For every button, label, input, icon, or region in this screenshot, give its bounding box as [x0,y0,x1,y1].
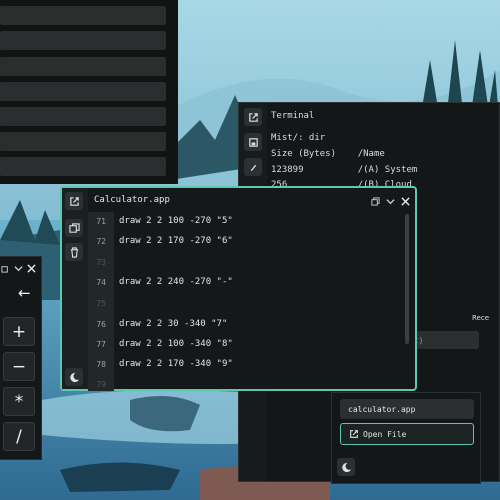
minus-button[interactable]: − [3,352,35,381]
external-link-icon[interactable] [65,192,83,210]
external-link-icon [349,429,359,441]
line-number: 77 [96,340,106,349]
list-window [0,0,178,184]
restore-icon[interactable] [369,195,381,207]
restore-icon[interactable] [0,262,11,274]
list-item[interactable] [0,132,166,151]
code-line[interactable]: draw 2 2 30 -340 "7" [119,319,227,329]
text-field[interactable]: xt) [409,331,479,349]
code-line[interactable]: draw 2 2 240 -270 "-" [119,277,233,287]
close-icon[interactable] [25,262,37,274]
editor-window: Calculator.app 71 draw 2 2 100 -270 "5" … [60,186,417,391]
plus-button[interactable]: + [3,317,35,346]
recent-label: Rece [472,314,490,322]
line-number: 76 [96,320,106,329]
line-number: 71 [96,217,106,226]
terminal-line: Size (Bytes) /Name [271,149,385,159]
line-number: 78 [96,360,106,369]
chevron-down-icon[interactable] [384,195,396,207]
terminal-line: Mist/: dir [271,133,326,143]
brush-icon[interactable] [244,158,262,176]
editor-title: Calculator.app [94,195,170,205]
terminal-title: Terminal [271,111,315,121]
code-line[interactable]: draw 2 2 170 -270 "6" [119,236,233,246]
file-window: calculator.app Open File [331,392,481,484]
terminal-line: 123899 /(A) System [271,165,418,175]
line-number: 79 [96,380,106,389]
list-item[interactable] [0,31,166,50]
list-item[interactable] [0,6,166,25]
external-link-icon[interactable] [244,108,262,126]
back-arrow-icon[interactable]: ← [18,284,31,302]
code-line[interactable]: draw 2 2 100 -340 "8" [119,339,233,349]
code-line[interactable]: draw 2 2 170 -340 "9" [119,359,233,369]
filename-field[interactable]: calculator.app [340,399,474,419]
list-item[interactable] [0,57,166,76]
open-file-button[interactable]: Open File [340,423,474,445]
moon-icon[interactable] [337,458,355,476]
chevron-down-icon[interactable] [12,262,24,274]
moon-icon[interactable] [65,368,83,386]
list-item[interactable] [0,107,166,126]
scrollbar[interactable] [405,214,409,344]
copy-icon[interactable] [65,219,83,237]
line-number: 74 [96,278,106,287]
list-item[interactable] [0,82,166,101]
trash-icon[interactable] [65,243,83,261]
line-number: 73 [96,258,106,267]
list-item[interactable] [0,157,166,176]
line-number: 75 [96,299,106,308]
multiply-button[interactable]: * [3,387,35,416]
line-number: 72 [96,237,106,246]
calculator-window: ← + − * / [0,256,42,460]
close-icon[interactable] [399,195,411,207]
divide-button[interactable]: / [3,422,35,451]
code-line[interactable]: draw 2 2 100 -270 "5" [119,216,233,226]
save-icon[interactable] [244,133,262,151]
open-file-label: Open File [363,429,407,439]
